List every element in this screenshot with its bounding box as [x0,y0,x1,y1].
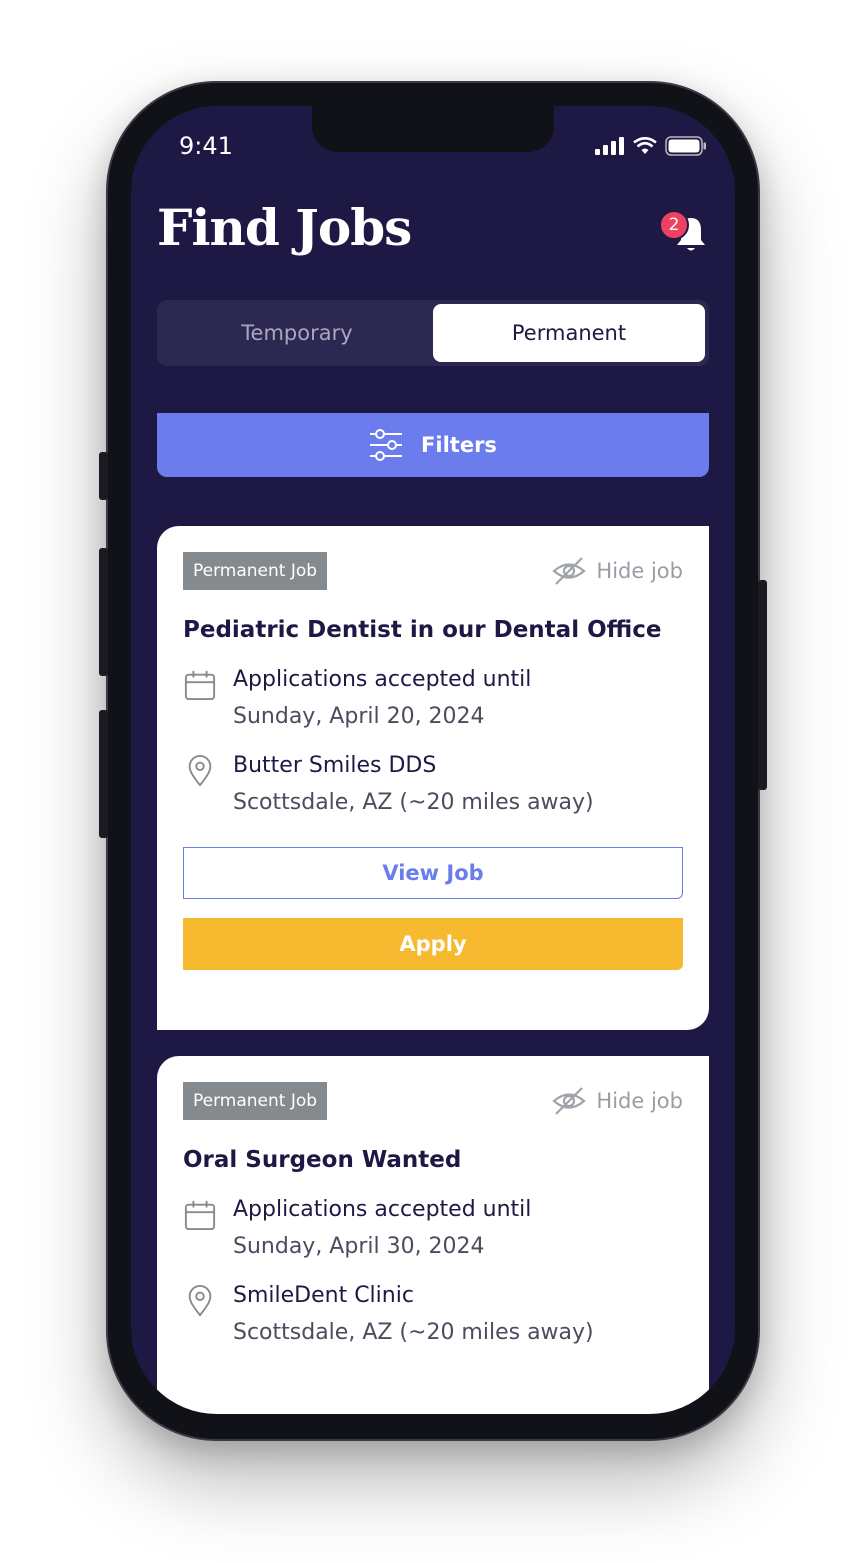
power-button [758,580,767,790]
map-pin-icon [188,755,212,787]
mute-switch [99,452,108,500]
deadline-row: Applications accepted until Sunday, Apri… [183,667,683,729]
hide-job-button[interactable]: Hide job [552,1086,683,1116]
deadline-label: Applications accepted until [233,1197,532,1222]
apply-button[interactable]: Apply [183,918,683,970]
app-screen: 9:41 Find Jobs 2 Temporary Permanent Fil… [131,106,735,1414]
volume-down-button [99,710,108,838]
office-location: Scottsdale, AZ (~20 miles away) [233,1320,594,1345]
status-icons [595,136,707,156]
job-type-tag: Permanent Job [183,552,328,590]
view-job-button[interactable]: View Job [183,847,683,899]
tab-temporary[interactable]: Temporary [161,304,433,362]
calendar-icon [184,1200,216,1231]
deadline-label: Applications accepted until [233,667,532,692]
location-row: Butter Smiles DDS Scottsdale, AZ (~20 mi… [183,753,683,815]
deadline-date: Sunday, April 20, 2024 [233,704,485,729]
page-title: Find Jobs [157,198,412,257]
eye-off-icon [552,1087,587,1115]
job-title: Pediatric Dentist in our Dental Office [183,617,662,643]
volume-up-button [99,548,108,676]
sliders-icon [370,429,403,461]
job-type-segmented-control: Temporary Permanent [157,300,709,366]
hide-job-label: Hide job [596,1089,683,1113]
tab-permanent[interactable]: Permanent [433,304,705,362]
office-name: Butter Smiles DDS [233,753,437,778]
office-name: SmileDent Clinic [233,1283,414,1308]
battery-icon [665,136,706,156]
notch [312,106,554,152]
filters-label: Filters [421,433,497,457]
calendar-icon [184,670,216,701]
job-card: Permanent Job Hide job Pediatric Dentist… [157,526,709,1030]
deadline-date: Sunday, April 30, 2024 [233,1234,485,1259]
job-type-tag: Permanent Job [183,1082,328,1120]
notification-badge: 2 [659,210,689,240]
hide-job-label: Hide job [596,559,683,583]
deadline-row: Applications accepted until Sunday, Apri… [183,1197,683,1259]
signal-icon [595,137,624,155]
hide-job-button[interactable]: Hide job [552,556,683,586]
office-location: Scottsdale, AZ (~20 miles away) [233,790,594,815]
job-card: Permanent Job Hide job Oral Surgeon Want… [157,1056,709,1414]
map-pin-icon [188,1285,212,1317]
status-time: 9:41 [179,132,233,160]
eye-off-icon [552,557,587,585]
wifi-icon [633,137,657,154]
filters-button[interactable]: Filters [157,413,709,477]
job-title: Oral Surgeon Wanted [183,1147,462,1173]
location-row: SmileDent Clinic Scottsdale, AZ (~20 mil… [183,1283,683,1345]
